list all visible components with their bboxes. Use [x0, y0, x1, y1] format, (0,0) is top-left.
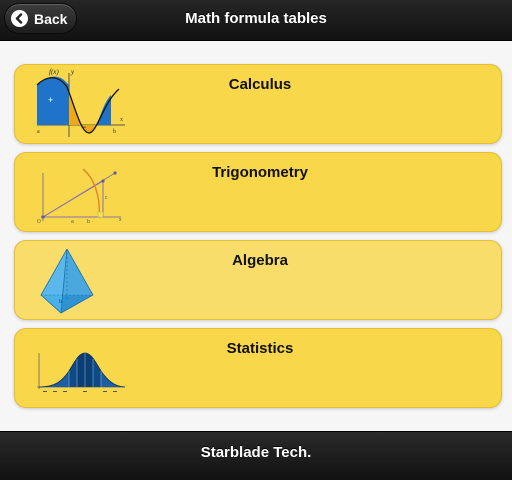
menu-item-label: Algebra	[232, 252, 288, 269]
svg-text:b: b	[87, 219, 90, 225]
back-button[interactable]: Back	[4, 3, 77, 34]
footer-bar: Starblade Tech.	[0, 431, 512, 480]
back-button-label: Back	[34, 10, 68, 27]
menu-item-algebra[interactable]: b Algebra	[14, 240, 502, 320]
svg-text:x: x	[120, 117, 123, 123]
menu-item-label: Statistics	[226, 340, 294, 357]
svg-text:y: y	[70, 68, 75, 76]
menu-item-calculus[interactable]: f(x) y + − a b x Calculus	[14, 64, 502, 144]
menu-item-trigonometry[interactable]: O a b c x Trigonometry	[14, 152, 502, 232]
svg-text:f(x): f(x)	[49, 68, 59, 76]
svg-text:a: a	[71, 219, 74, 225]
header-bar: Math formula tables Back	[0, 0, 512, 41]
svg-text:b: b	[113, 129, 116, 135]
svg-text:b: b	[59, 299, 62, 305]
svg-text:c: c	[105, 195, 108, 201]
menu-item-label: Calculus	[228, 76, 292, 93]
menu-list: f(x) y + − a b x Calculus O a b c x Trig…	[0, 41, 512, 431]
svg-text:O: O	[37, 219, 41, 225]
chevron-left-icon	[11, 10, 28, 27]
footer-text: Starblade Tech.	[200, 444, 312, 461]
menu-item-label: Trigonometry	[212, 164, 308, 181]
svg-text:a: a	[37, 129, 40, 135]
svg-text:−: −	[81, 122, 86, 132]
menu-item-statistics[interactable]: Statistics	[14, 328, 502, 408]
svg-text:x: x	[119, 217, 122, 223]
svg-text:+: +	[48, 95, 53, 105]
